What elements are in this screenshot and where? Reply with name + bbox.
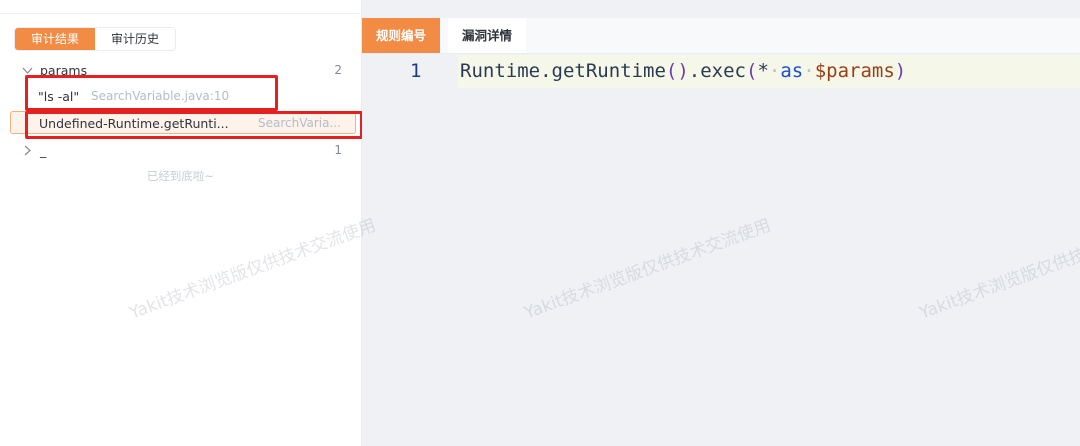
tree-group-label: _ xyxy=(40,143,47,158)
editor-tabs: 规则编号 漏洞详情 xyxy=(362,18,1080,54)
code-token: ( xyxy=(746,60,758,82)
tab-audit-results[interactable]: 审计结果 xyxy=(15,28,96,50)
line-number: 1 xyxy=(410,60,422,82)
code-token: $params xyxy=(814,60,895,82)
annotation-box xyxy=(25,75,278,111)
chevron-right-icon xyxy=(22,139,34,162)
audit-sidebar: 审计结果 审计历史 params 2 "ls -al" SearchVariab… xyxy=(0,0,362,446)
code-token: ) xyxy=(894,60,907,82)
code-token: as xyxy=(780,60,804,82)
result-tabs: 审计结果 审计历史 xyxy=(14,27,177,51)
code-panel: 规则编号 漏洞详情 1 Runtime.getRuntime().exec(*·… xyxy=(362,0,1080,446)
code-token: () xyxy=(665,60,689,82)
tree-group-underscore[interactable]: _ 1 xyxy=(10,139,356,162)
tree-group-count: 2 xyxy=(334,63,342,77)
code-token: .exec xyxy=(688,60,746,82)
code-token: · xyxy=(768,60,781,82)
tab-vuln-details[interactable]: 漏洞详情 xyxy=(448,18,527,53)
tree-group-count: 1 xyxy=(334,143,342,157)
list-end-text: 已经到底啦~ xyxy=(146,169,215,183)
tab-audit-history[interactable]: 审计历史 xyxy=(95,28,176,50)
divider xyxy=(0,13,361,14)
code-line: Runtime.getRuntime().exec(*·as·$params) xyxy=(460,55,906,88)
annotation-box xyxy=(25,111,363,139)
code-token: · xyxy=(803,60,815,82)
code-editor[interactable]: 1 Runtime.getRuntime().exec(*·as·$params… xyxy=(362,55,1080,446)
tab-rule-id[interactable]: 规则编号 xyxy=(362,18,441,53)
code-token: Runtime.getRuntime xyxy=(460,60,666,82)
code-token: * xyxy=(757,60,769,82)
